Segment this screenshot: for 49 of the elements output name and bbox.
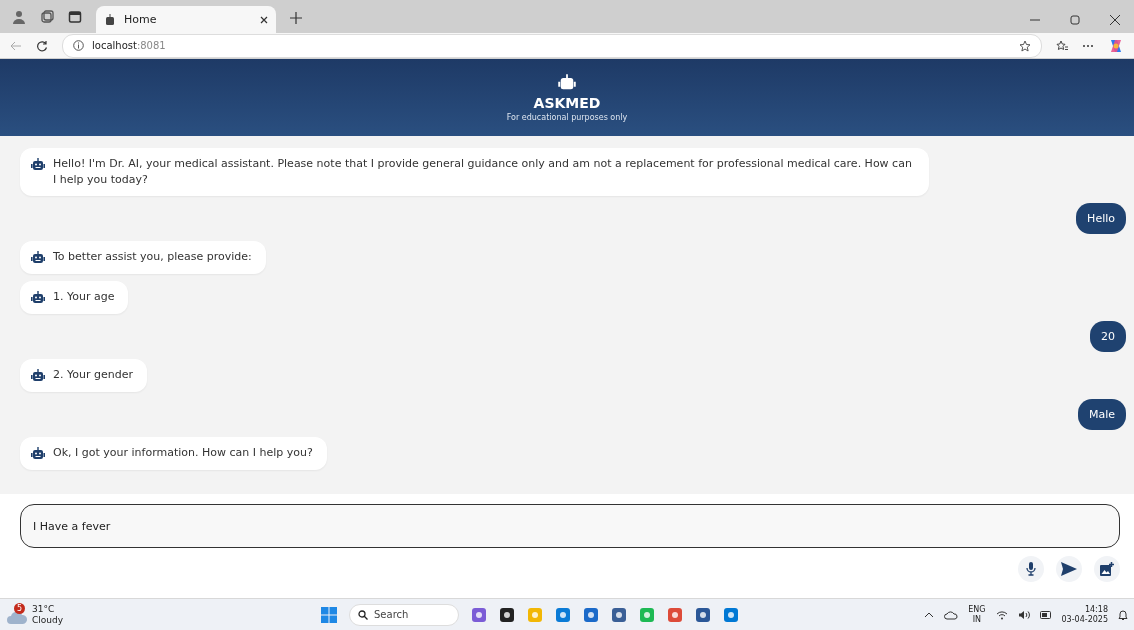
weather-condition: Cloudy bbox=[32, 614, 64, 626]
app-icon[interactable] bbox=[499, 606, 515, 623]
app-icon[interactable] bbox=[695, 606, 711, 623]
battery-icon[interactable] bbox=[1039, 610, 1052, 619]
user-message: Hello bbox=[1076, 203, 1126, 234]
chevron-up-icon[interactable] bbox=[924, 611, 935, 618]
add-image-icon bbox=[1100, 562, 1114, 576]
close-icon[interactable] bbox=[260, 15, 268, 24]
message-text: 1. Your age bbox=[53, 289, 115, 305]
address-bar[interactable]: localhost:8081 bbox=[62, 33, 1042, 58]
message-input[interactable]: I Have a fever bbox=[20, 504, 1120, 548]
close-icon[interactable] bbox=[1110, 15, 1120, 25]
message-text: Hello! I'm Dr. AI, your medical assistant. Please note that I provide general guidance only and am not a replacement for professional medical care. How can I help you today? bbox=[53, 156, 913, 188]
wifi-icon[interactable] bbox=[995, 609, 1008, 620]
notification-badge: 5 bbox=[14, 602, 25, 614]
app-subtitle: For educational purposes only bbox=[506, 113, 628, 122]
more-icon[interactable] bbox=[1082, 43, 1094, 48]
browser-tab[interactable]: Home bbox=[96, 6, 276, 33]
microphone-button[interactable] bbox=[1018, 556, 1044, 582]
new-tab-icon[interactable] bbox=[290, 12, 302, 24]
clock[interactable]: 14:18 03-04-2025 bbox=[1061, 604, 1108, 625]
bell-icon[interactable] bbox=[1118, 608, 1128, 621]
message-text: Ok, I got your information. How can I help you? bbox=[53, 445, 313, 461]
workspaces-icon[interactable] bbox=[40, 10, 54, 24]
reload-icon[interactable] bbox=[36, 39, 48, 52]
info-icon[interactable] bbox=[73, 40, 84, 51]
search-icon bbox=[358, 609, 368, 620]
tab-actions-icon[interactable] bbox=[68, 10, 82, 24]
add-image-button[interactable] bbox=[1094, 556, 1120, 582]
cloud-icon[interactable] bbox=[944, 609, 959, 620]
star-icon[interactable] bbox=[1019, 39, 1031, 52]
url-text: localhost:8081 bbox=[92, 40, 166, 51]
restore-icon[interactable] bbox=[1070, 15, 1080, 25]
favorites-icon[interactable] bbox=[1056, 39, 1068, 52]
message-text: 2. Your gender bbox=[53, 367, 133, 383]
copilot-icon[interactable] bbox=[1108, 37, 1124, 54]
speaker-icon[interactable] bbox=[1017, 609, 1030, 620]
taskbar-search[interactable]: Search bbox=[349, 603, 459, 626]
message-text: To better assist you, please provide: bbox=[53, 249, 252, 265]
app-title: ASKMED bbox=[533, 95, 601, 111]
language-indicator[interactable]: ENG IN bbox=[968, 604, 986, 625]
temperature: 31°C bbox=[32, 603, 56, 615]
user-message: Male bbox=[1077, 399, 1126, 430]
windows-start-icon[interactable] bbox=[321, 606, 337, 623]
microphone-icon bbox=[1025, 562, 1037, 576]
profile-icon[interactable] bbox=[12, 10, 26, 24]
send-button[interactable] bbox=[1056, 556, 1082, 582]
user-message: 20 bbox=[1090, 321, 1126, 352]
send-icon bbox=[1061, 562, 1077, 576]
